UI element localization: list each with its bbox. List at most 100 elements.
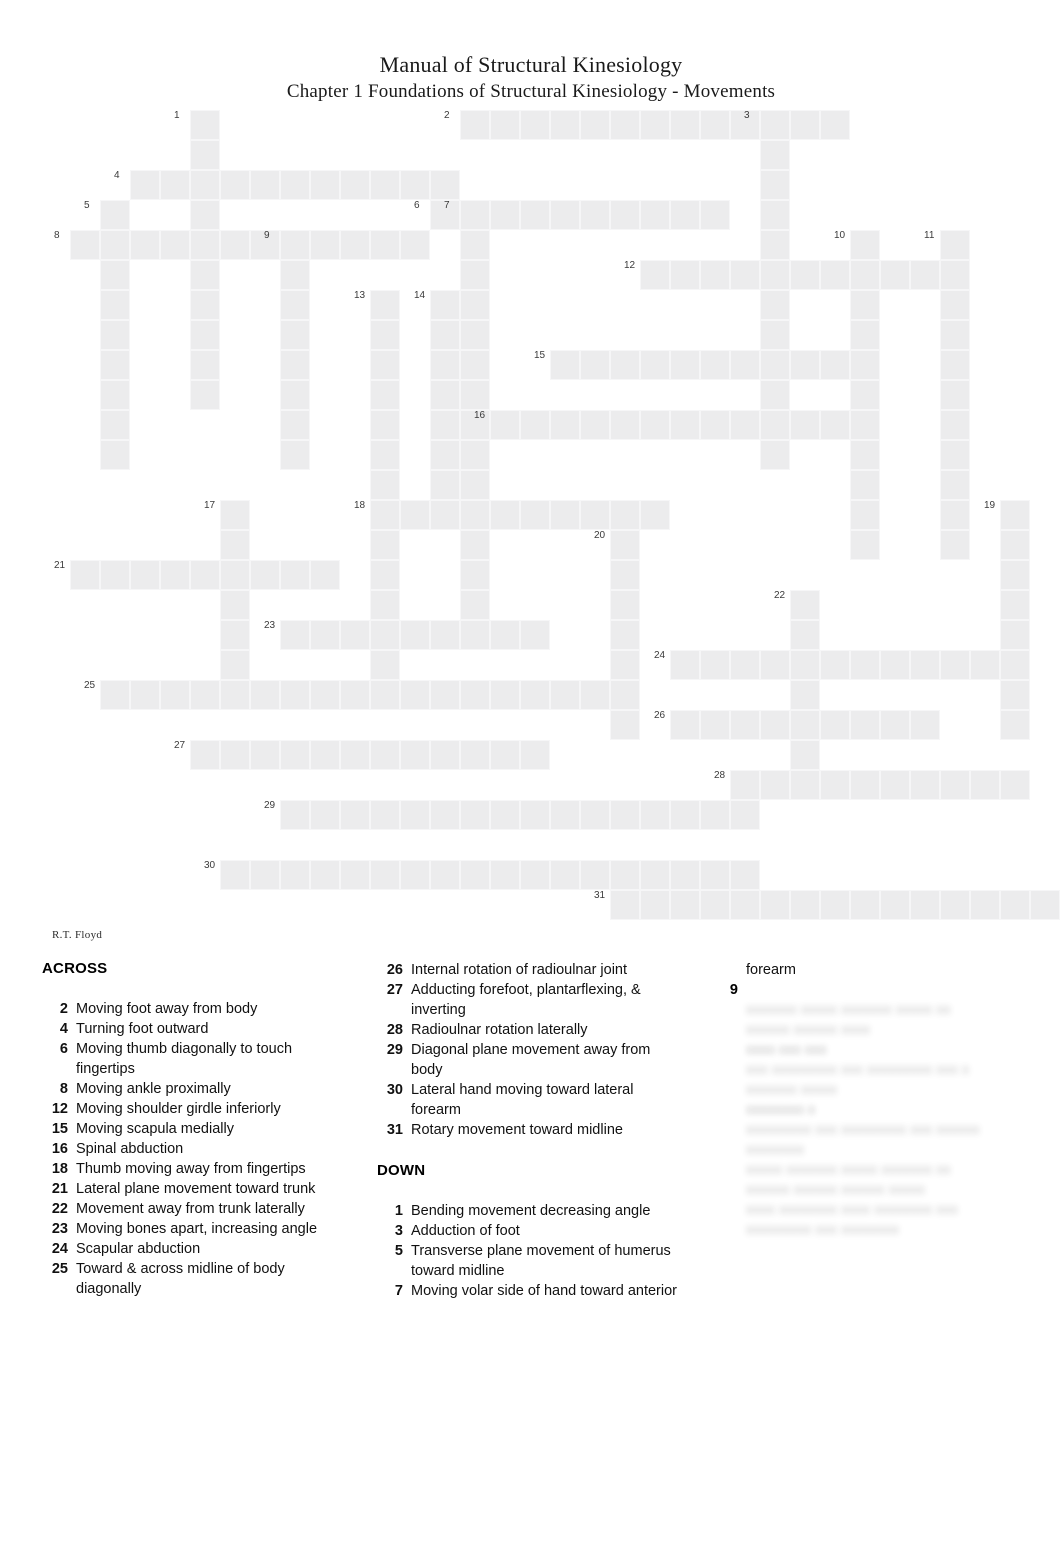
- crossword-cell[interactable]: [880, 770, 910, 800]
- crossword-cell[interactable]: [1000, 560, 1030, 590]
- crossword-cell[interactable]: [220, 590, 250, 620]
- crossword-cell[interactable]: [550, 110, 580, 140]
- crossword-cell[interactable]: [310, 560, 340, 590]
- crossword-cell[interactable]: 15: [534, 350, 580, 380]
- crossword-cell[interactable]: [670, 350, 700, 380]
- crossword-cell[interactable]: [460, 350, 490, 380]
- crossword-cell[interactable]: [160, 230, 190, 260]
- crossword-cell[interactable]: [850, 260, 880, 290]
- crossword-cell[interactable]: [400, 230, 430, 260]
- crossword-cell[interactable]: 21: [54, 560, 100, 590]
- crossword-cell[interactable]: [100, 260, 130, 290]
- crossword-cell[interactable]: [400, 860, 430, 890]
- crossword-cell[interactable]: [190, 170, 220, 200]
- crossword-cell[interactable]: 16: [474, 410, 520, 440]
- crossword-cell[interactable]: [790, 770, 820, 800]
- crossword-cell[interactable]: [220, 680, 250, 710]
- crossword-cell[interactable]: [850, 650, 880, 680]
- crossword-cell[interactable]: [190, 230, 220, 260]
- crossword-cell[interactable]: [940, 500, 970, 530]
- crossword-cell[interactable]: [250, 170, 280, 200]
- crossword-cell[interactable]: [580, 200, 610, 230]
- crossword-cell[interactable]: [130, 560, 160, 590]
- crossword-cell[interactable]: [640, 500, 670, 530]
- crossword-cell[interactable]: [310, 680, 340, 710]
- crossword-cell[interactable]: [400, 680, 430, 710]
- crossword-cell[interactable]: [880, 650, 910, 680]
- crossword-cell[interactable]: [460, 560, 490, 590]
- crossword-cell[interactable]: [910, 890, 940, 920]
- crossword-cell[interactable]: 19: [984, 500, 1030, 530]
- crossword-cell[interactable]: [370, 800, 400, 830]
- crossword-cell[interactable]: [190, 290, 220, 320]
- crossword-cell[interactable]: [460, 380, 490, 410]
- crossword-cell[interactable]: [430, 320, 460, 350]
- crossword-cell[interactable]: [700, 800, 730, 830]
- crossword-cell[interactable]: [490, 110, 520, 140]
- crossword-cell[interactable]: [610, 860, 640, 890]
- crossword-cell[interactable]: 11: [924, 230, 970, 260]
- crossword-cell[interactable]: [370, 620, 400, 650]
- crossword-cell[interactable]: [700, 890, 730, 920]
- crossword-cell[interactable]: [190, 560, 220, 590]
- crossword-cell[interactable]: [490, 200, 520, 230]
- crossword-cell[interactable]: [550, 410, 580, 440]
- crossword-cell[interactable]: 29: [264, 800, 310, 830]
- crossword-cell[interactable]: [430, 740, 460, 770]
- crossword-cell[interactable]: [700, 710, 730, 740]
- crossword-cell[interactable]: [850, 320, 880, 350]
- crossword-cell[interactable]: 23: [264, 620, 310, 650]
- crossword-cell[interactable]: [940, 350, 970, 380]
- crossword-cell[interactable]: [730, 890, 760, 920]
- crossword-cell[interactable]: [340, 170, 370, 200]
- crossword-cell[interactable]: [880, 710, 910, 740]
- crossword-cell[interactable]: [940, 380, 970, 410]
- crossword-cell[interactable]: [940, 470, 970, 500]
- crossword-cell[interactable]: 25: [84, 680, 130, 710]
- crossword-cell[interactable]: [370, 740, 400, 770]
- crossword-cell[interactable]: [610, 590, 640, 620]
- crossword-cell[interactable]: [1000, 650, 1030, 680]
- crossword-cell[interactable]: [700, 200, 730, 230]
- crossword-cell[interactable]: [250, 680, 280, 710]
- crossword-cell[interactable]: [1030, 890, 1060, 920]
- crossword-cell[interactable]: [280, 410, 310, 440]
- crossword-cell[interactable]: [490, 860, 520, 890]
- crossword-cell[interactable]: [730, 800, 760, 830]
- crossword-cell[interactable]: [460, 740, 490, 770]
- crossword-cell[interactable]: [730, 860, 760, 890]
- crossword-cell[interactable]: [280, 350, 310, 380]
- crossword-cell[interactable]: [370, 680, 400, 710]
- crossword-cell[interactable]: [190, 680, 220, 710]
- crossword-cell[interactable]: [670, 800, 700, 830]
- crossword-cell[interactable]: [640, 200, 670, 230]
- crossword-cell[interactable]: [280, 440, 310, 470]
- crossword-cell[interactable]: [850, 380, 880, 410]
- crossword-cell[interactable]: [370, 860, 400, 890]
- crossword-cell[interactable]: [490, 500, 520, 530]
- crossword-cell[interactable]: [460, 230, 490, 260]
- crossword-cell[interactable]: [430, 800, 460, 830]
- crossword-cell[interactable]: [730, 350, 760, 380]
- crossword-cell[interactable]: [310, 860, 340, 890]
- crossword-cell[interactable]: [460, 620, 490, 650]
- crossword-cell[interactable]: [730, 710, 760, 740]
- crossword-cell[interactable]: [1000, 530, 1030, 560]
- crossword-cell[interactable]: [370, 440, 400, 470]
- crossword-cell[interactable]: [460, 590, 490, 620]
- crossword-cell[interactable]: [760, 710, 790, 740]
- crossword-cell[interactable]: [760, 200, 790, 230]
- crossword-cell[interactable]: [820, 710, 850, 740]
- crossword-cell[interactable]: [850, 410, 880, 440]
- crossword-cell[interactable]: 3: [744, 110, 790, 140]
- crossword-cell[interactable]: [850, 530, 880, 560]
- crossword-cell[interactable]: 22: [774, 590, 820, 620]
- crossword-cell[interactable]: [880, 260, 910, 290]
- crossword-cell[interactable]: [430, 470, 460, 500]
- crossword-cell[interactable]: [430, 860, 460, 890]
- crossword-cell[interactable]: [100, 380, 130, 410]
- crossword-cell[interactable]: [490, 620, 520, 650]
- crossword-cell[interactable]: [760, 230, 790, 260]
- crossword-cell[interactable]: [160, 560, 190, 590]
- crossword-cell[interactable]: [820, 260, 850, 290]
